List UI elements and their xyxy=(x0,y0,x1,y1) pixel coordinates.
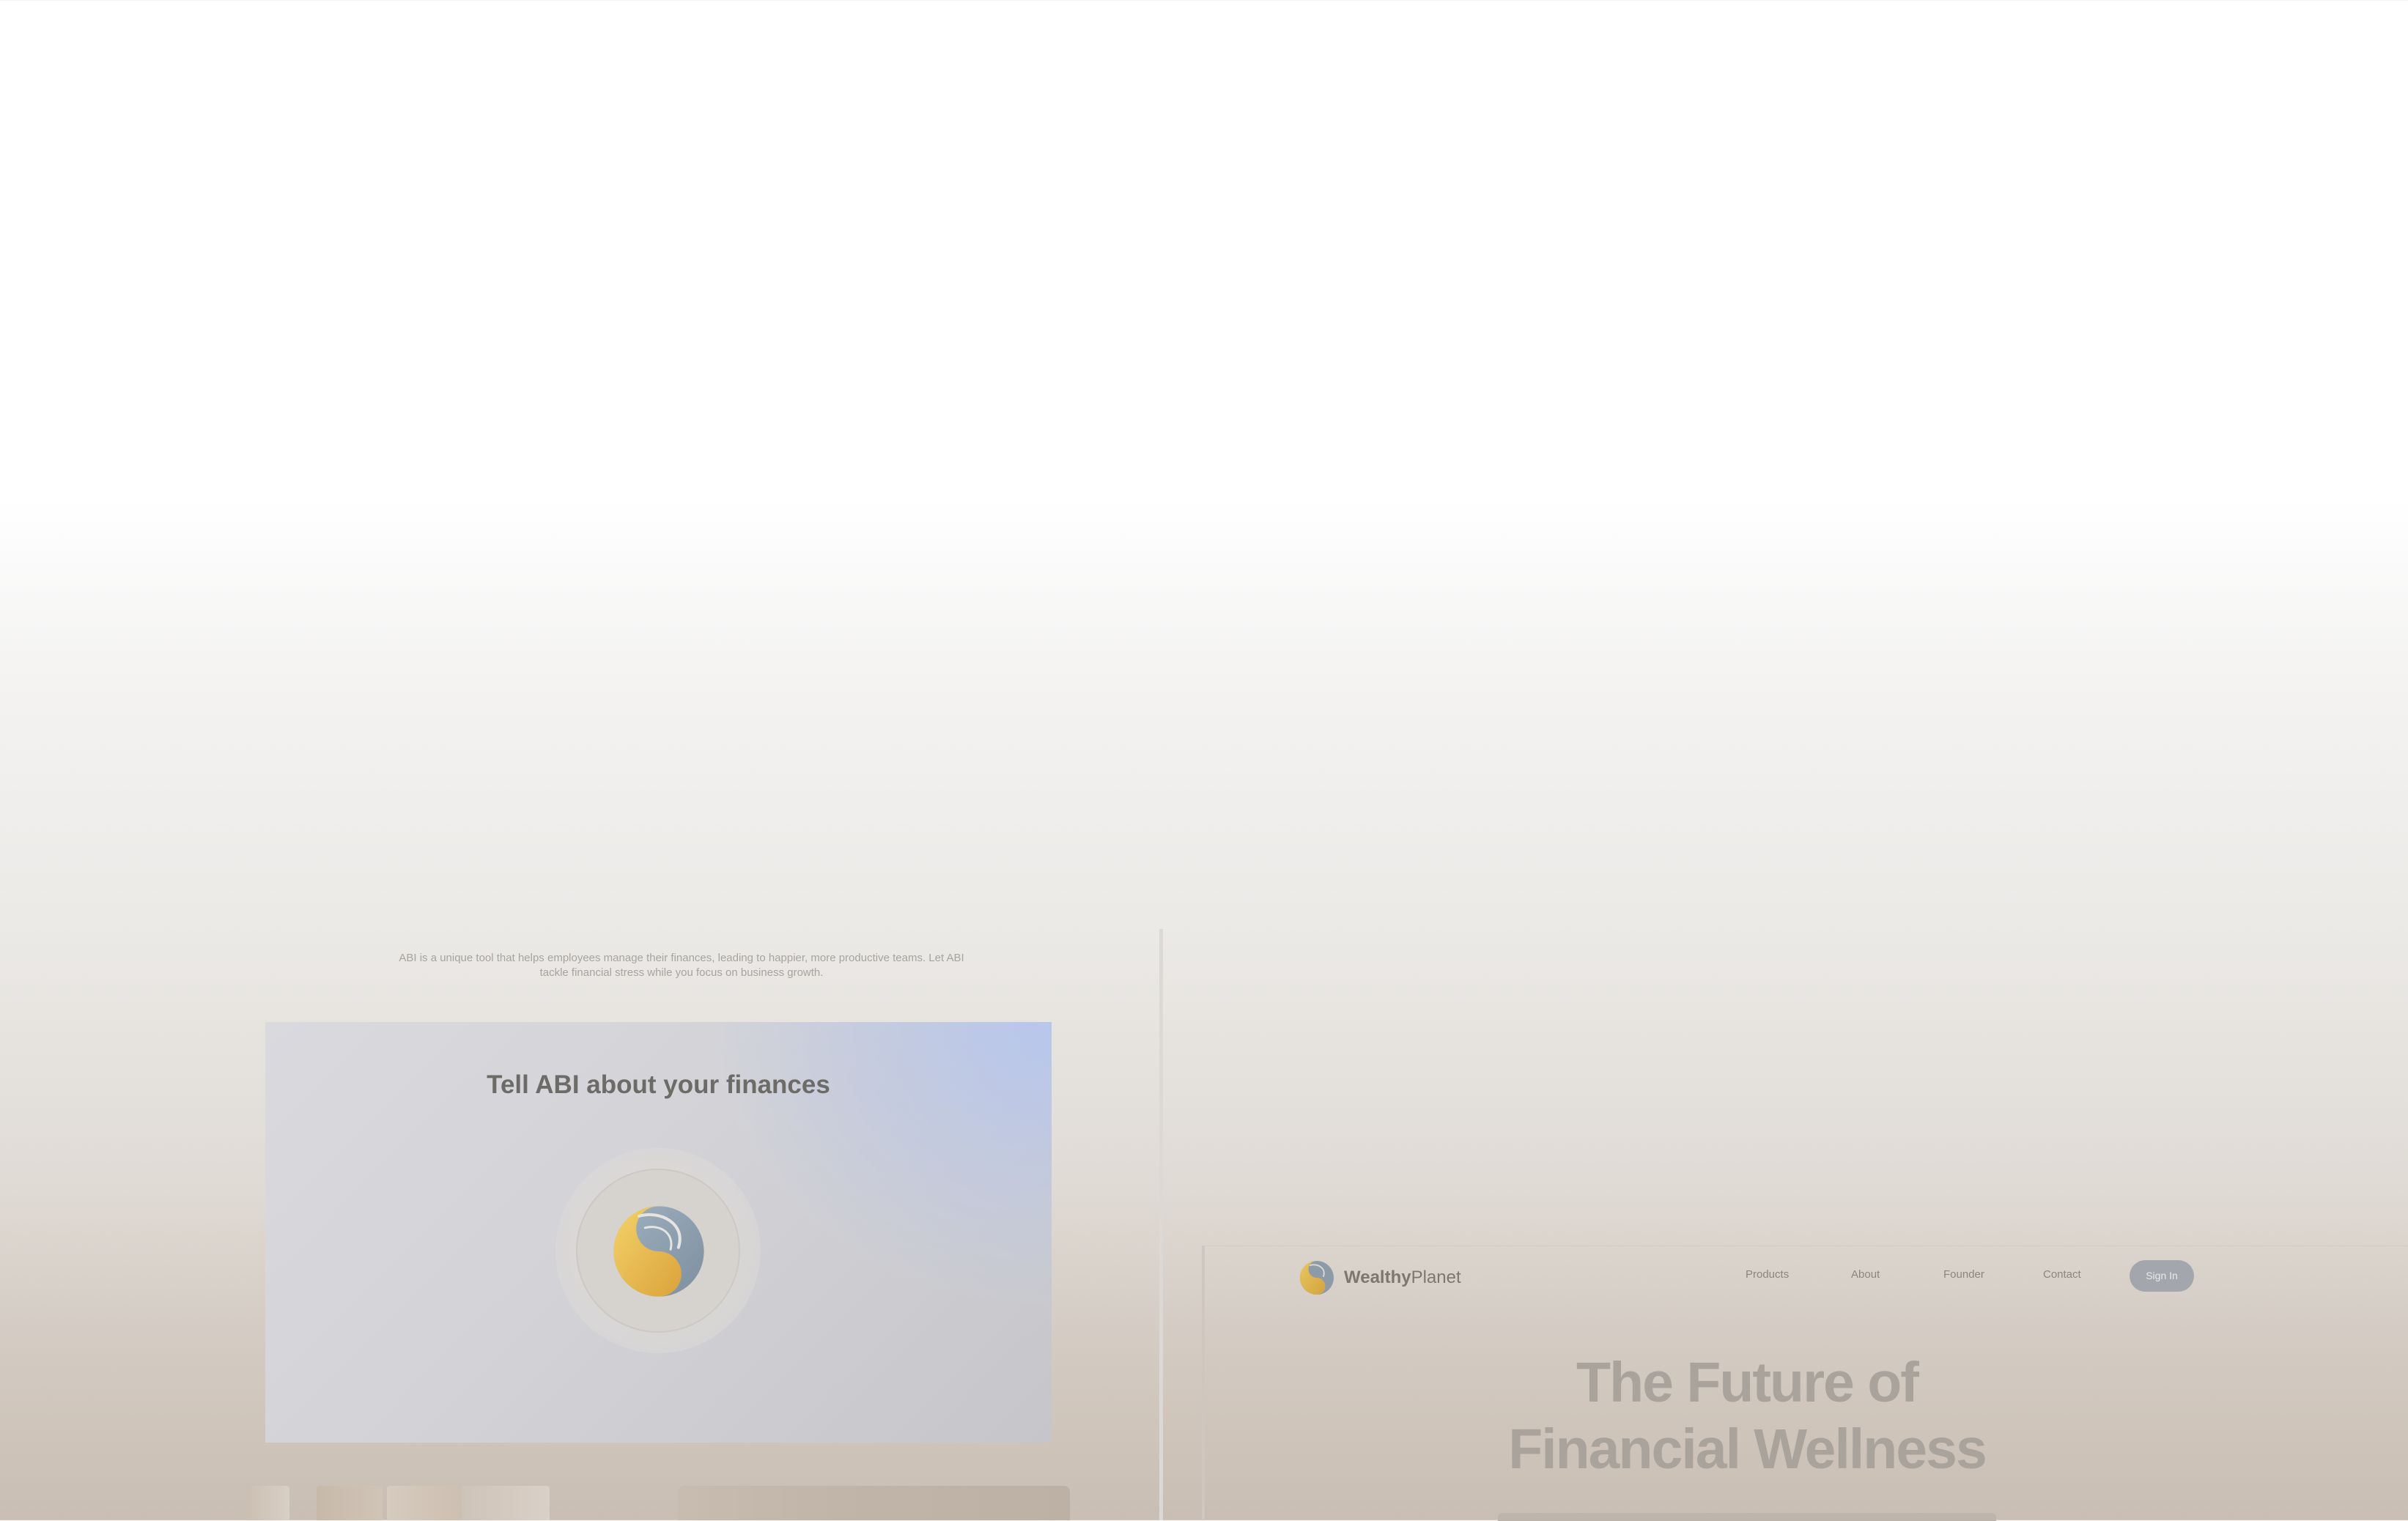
photo-thumb xyxy=(317,1486,383,1520)
hero-cta-bar[interactable] xyxy=(1498,1513,1996,1521)
abi-feature-panel: ABI is a unique tool that helps employee… xyxy=(242,945,1143,1520)
nav-about[interactable]: About xyxy=(1851,1268,1880,1281)
wealthyplanet-logo-icon xyxy=(1300,1261,1334,1295)
panel-divider xyxy=(1159,929,1163,1520)
photo-strip xyxy=(242,1486,1143,1520)
photo-thumb xyxy=(387,1486,460,1520)
card-title: Tell ABI about your finances xyxy=(487,1070,830,1099)
nav-products[interactable]: Products xyxy=(1746,1268,1789,1281)
brand-name: WealthyPlanet xyxy=(1344,1268,1461,1288)
abi-swirl-logo-icon[interactable] xyxy=(610,1202,708,1300)
photo-thumb xyxy=(245,1486,289,1520)
photo-thumb xyxy=(678,1486,1070,1520)
nav-founder[interactable]: Founder xyxy=(1943,1268,1984,1281)
brand-name-light: Planet xyxy=(1411,1268,1461,1287)
hero-title-line-2: Financial Wellness xyxy=(1508,1418,1987,1481)
hero-title-line-1: The Future of xyxy=(1576,1351,1919,1414)
finance-intake-card[interactable]: Tell ABI about your finances xyxy=(265,1022,1052,1443)
photo-thumb xyxy=(462,1486,550,1520)
brand-logo-link[interactable]: WealthyPlanet xyxy=(1299,1259,1461,1296)
wealthyplanet-preview: WealthyPlanet Products About Founder Con… xyxy=(1202,1246,2408,1521)
nav-contact[interactable]: Contact xyxy=(2043,1268,2081,1281)
brand-name-strong: Wealthy xyxy=(1344,1268,1411,1287)
abi-tagline: ABI is a unique tool that helps employee… xyxy=(399,952,964,979)
sign-in-button[interactable]: Sign In xyxy=(2130,1260,2194,1292)
